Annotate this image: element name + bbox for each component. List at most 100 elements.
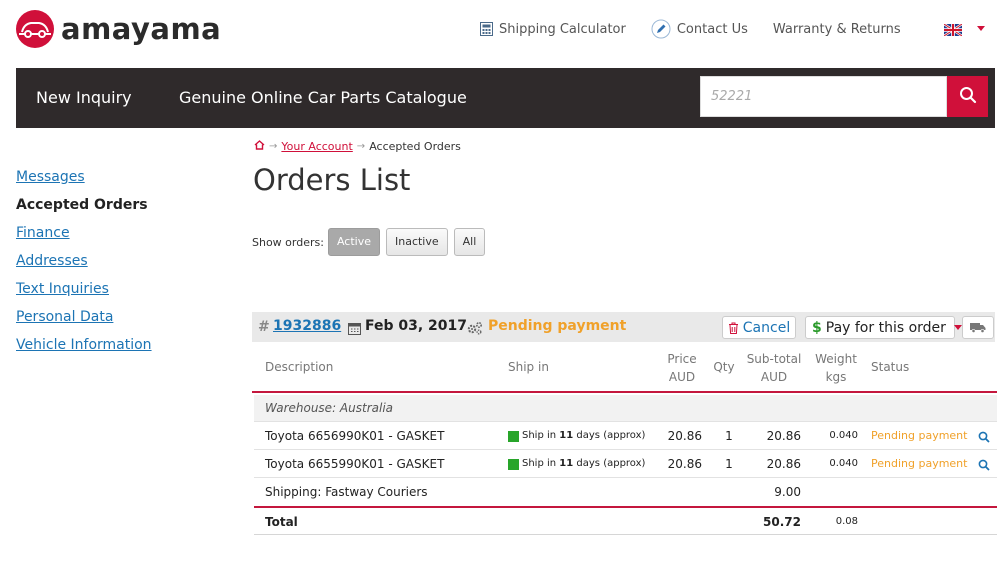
col-weight-line1: Weight (815, 352, 857, 366)
col-price-line2: AUD (668, 370, 696, 384)
home-icon[interactable] (254, 140, 265, 153)
row-ship-in: Ship in 11 days (approx) (508, 450, 645, 478)
search-input[interactable] (700, 76, 947, 117)
search-button[interactable] (947, 76, 988, 117)
warranty-returns-link[interactable]: Warranty & Returns (773, 22, 901, 37)
sidebar-item-personal-data[interactable]: Personal Data (16, 308, 152, 336)
sidebar-item-finance[interactable]: Finance (16, 224, 152, 252)
contact-us-label: Contact Us (676, 21, 748, 37)
sidebar-item-addresses[interactable]: Addresses (16, 252, 152, 280)
order-number-link[interactable]: 1932886 (273, 318, 341, 334)
ship-in-prefix: Ship in (522, 458, 557, 469)
total-row: Total 50.72 0.08 (254, 506, 997, 535)
pay-dropdown-caret-icon (953, 325, 962, 330)
magnifier-icon[interactable] (978, 450, 990, 478)
breadcrumb-your-account[interactable]: Your Account (281, 140, 352, 153)
filter-label: Show orders: (252, 235, 324, 249)
logo[interactable]: amayama (16, 10, 221, 48)
breadcrumb-separator-icon: → (269, 141, 278, 152)
nav-new-inquiry[interactable]: New Inquiry (36, 88, 132, 107)
nav-parts-catalogue[interactable]: Genuine Online Car Parts Catalogue (179, 88, 467, 107)
sidebar-item-vehicle-information[interactable]: Vehicle Information (16, 336, 152, 364)
trash-icon (728, 322, 739, 334)
warranty-returns-label: Warranty & Returns (772, 21, 901, 37)
sidebar-item-accepted-orders[interactable]: Accepted Orders (16, 196, 152, 224)
row-price: 20.86 (667, 457, 702, 471)
row-qty: 1 (725, 429, 733, 443)
search-icon (959, 86, 977, 107)
row-weight: 0.040 (829, 430, 858, 441)
col-description: Description (265, 360, 334, 374)
col-subtotal-line1: Sub-total (746, 352, 802, 366)
order-filter: Show orders: Active Inactive All (252, 228, 491, 256)
col-status: Status (871, 360, 910, 374)
in-stock-indicator-icon (508, 458, 519, 470)
breadcrumb-current: Accepted Orders (369, 140, 461, 153)
row-price: 20.86 (667, 429, 702, 443)
col-ship-in: Ship in (508, 360, 549, 374)
logo-text: amayama (61, 12, 222, 46)
pay-label: Pay for this order (825, 319, 946, 336)
total-label: Total (265, 515, 298, 529)
sidebar-item-text-inquiries[interactable]: Text Inquiries (16, 280, 152, 308)
table-row: Toyota 6655990K01 - GASKET Ship in 11 da… (254, 450, 997, 478)
magnifier-icon[interactable] (978, 422, 990, 450)
col-subtotal: Sub-total AUD (744, 350, 804, 386)
language-dropdown-caret-icon[interactable] (977, 26, 985, 31)
col-weight-line2: kgs (825, 370, 847, 384)
tracking-truck-button[interactable] (962, 316, 994, 339)
col-qty: Qty (713, 360, 735, 374)
shipping-label: Shipping: Fastway Couriers (265, 485, 428, 499)
filter-all-button[interactable]: All (453, 228, 486, 256)
warehouse-group-row: Warehouse: Australia (254, 395, 997, 422)
breadcrumb-separator-icon: → (356, 141, 366, 152)
col-weight: Weight kgs (810, 350, 862, 386)
row-description: Toyota 6656990K01 - GASKET (265, 429, 445, 443)
ship-in-suffix: days (approx) (576, 458, 646, 469)
row-ship-in: Ship in 11 days (approx) (508, 422, 645, 450)
row-qty: 1 (725, 457, 733, 471)
cancel-label: Cancel (742, 319, 791, 336)
order-date: Feb 03, 2017 (365, 318, 468, 334)
shipping-subtotal: 9.00 (774, 485, 801, 499)
total-subtotal: 50.72 (763, 515, 801, 529)
calculator-icon (480, 22, 493, 36)
row-subtotal: 20.86 (766, 457, 801, 471)
pay-for-order-button[interactable]: $ Pay for this order (805, 316, 962, 339)
dollar-icon: $ (812, 319, 822, 336)
ship-in-prefix: Ship in (522, 430, 557, 441)
main-nav: New Inquiry Genuine Online Car Parts Cat… (16, 68, 995, 128)
total-weight: 0.08 (835, 516, 858, 527)
table-row: Toyota 6656990K01 - GASKET Ship in 11 da… (254, 422, 997, 450)
shipping-row: Shipping: Fastway Couriers 9.00 (254, 478, 997, 506)
in-stock-indicator-icon (508, 430, 519, 442)
filter-inactive-button[interactable]: Inactive (385, 228, 448, 256)
uk-flag-icon[interactable] (943, 21, 963, 37)
filter-active-button[interactable]: Active (327, 228, 380, 256)
calendar-icon (348, 320, 361, 339)
col-price: Price AUD (657, 350, 707, 386)
col-subtotal-line2: AUD (760, 370, 788, 384)
top-header: amayama Shipping Calculator Contact Us W… (0, 0, 1005, 66)
pencil-icon (651, 19, 671, 39)
order-status: Pending payment (488, 318, 627, 334)
gears-icon (467, 320, 483, 339)
ship-in-days: 11 (559, 430, 574, 441)
contact-us-link[interactable]: Contact Us (651, 19, 748, 39)
ship-in-days: 11 (559, 458, 574, 469)
ship-in-suffix: days (approx) (576, 430, 646, 441)
row-subtotal: 20.86 (766, 429, 801, 443)
shipping-calculator-link[interactable]: Shipping Calculator (480, 22, 626, 37)
row-weight: 0.040 (829, 458, 858, 469)
top-links: Shipping Calculator Contact Us Warranty … (480, 19, 926, 39)
search-box (700, 76, 988, 117)
cancel-order-button[interactable]: Cancel (722, 316, 796, 339)
account-sidebar: Messages Accepted Orders Finance Address… (16, 168, 152, 364)
page-title: Orders List (253, 163, 411, 197)
order-header: # 1932886 Feb 03, 2017 Pending payment C… (252, 312, 995, 342)
logo-car-icon (16, 10, 54, 48)
row-status: Pending payment (871, 429, 968, 442)
order-hash: # (258, 319, 270, 335)
breadcrumb: → Your Account → Accepted Orders (254, 140, 461, 153)
sidebar-item-messages[interactable]: Messages (16, 168, 152, 196)
